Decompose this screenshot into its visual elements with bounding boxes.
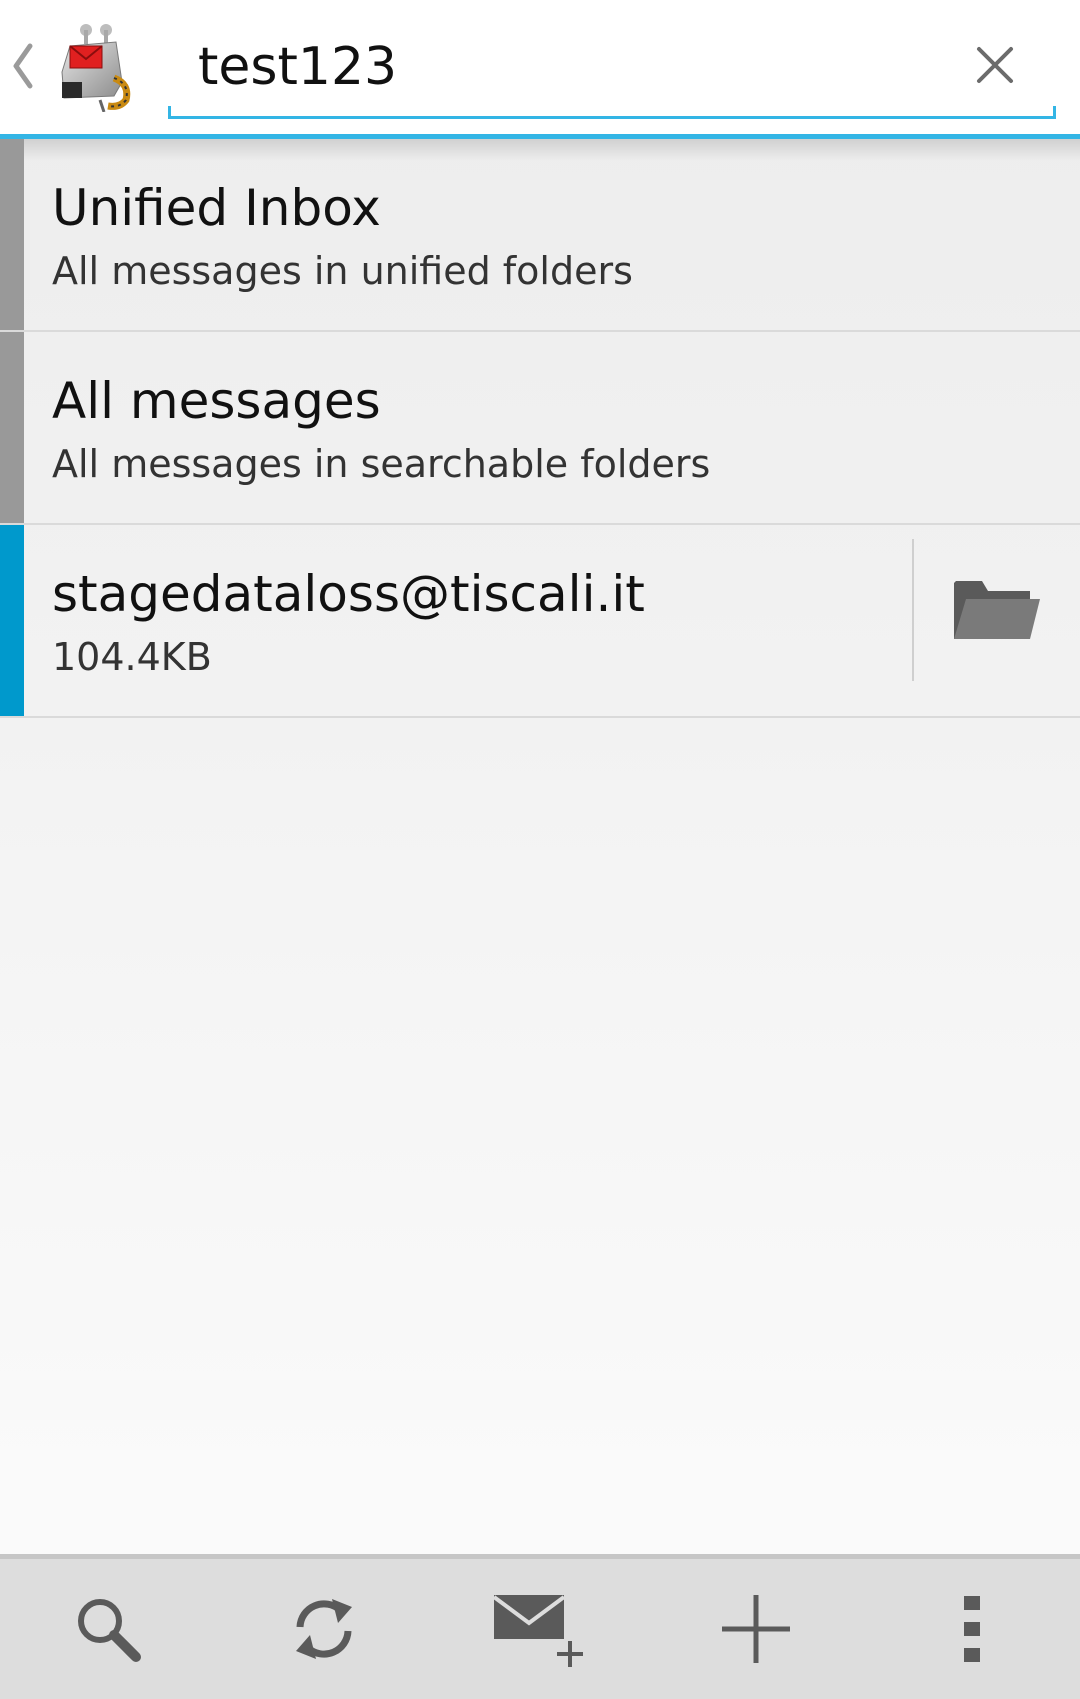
list-item-subtitle: All messages in unified folders <box>52 249 633 293</box>
app-logo-icon[interactable] <box>56 22 136 112</box>
list-item-account[interactable]: stagedataloss@tiscali.it 104.4KB <box>0 525 1080 718</box>
search-input[interactable] <box>168 20 1028 114</box>
overflow-menu-icon <box>964 1596 980 1662</box>
search-icon <box>78 1599 141 1662</box>
account-email: stagedataloss@tiscali.it <box>52 565 645 623</box>
search-underline <box>168 116 1056 119</box>
account-list: Unified Inbox All messages in unified fo… <box>0 139 1080 718</box>
folders-button[interactable] <box>914 525 1080 716</box>
back-chevron-icon[interactable] <box>8 38 38 94</box>
list-item-unified-inbox[interactable]: Unified Inbox All messages in unified fo… <box>0 139 1080 332</box>
account-color-chip <box>0 525 24 716</box>
action-bar <box>0 0 1080 134</box>
account-color-chip <box>0 139 24 330</box>
add-button[interactable] <box>648 1559 864 1699</box>
account-size: 104.4KB <box>52 635 212 679</box>
search-field <box>168 20 1056 120</box>
list-item-title: All messages <box>52 372 381 430</box>
add-icon <box>722 1595 790 1663</box>
overflow-menu-button[interactable] <box>864 1559 1080 1699</box>
list-item-all-messages[interactable]: All messages All messages in searchable … <box>0 332 1080 525</box>
account-color-chip <box>0 332 24 523</box>
bottom-action-bar <box>0 1554 1080 1699</box>
list-item-title: Unified Inbox <box>52 179 381 237</box>
search-button[interactable] <box>0 1559 216 1699</box>
list-item-subtitle: All messages in searchable folders <box>52 442 711 486</box>
close-icon[interactable] <box>970 40 1020 90</box>
compose-icon <box>492 1595 583 1667</box>
refresh-icon <box>296 1599 352 1659</box>
folder-icon <box>954 581 1040 639</box>
refresh-button[interactable] <box>216 1559 432 1699</box>
compose-button[interactable] <box>432 1559 648 1699</box>
